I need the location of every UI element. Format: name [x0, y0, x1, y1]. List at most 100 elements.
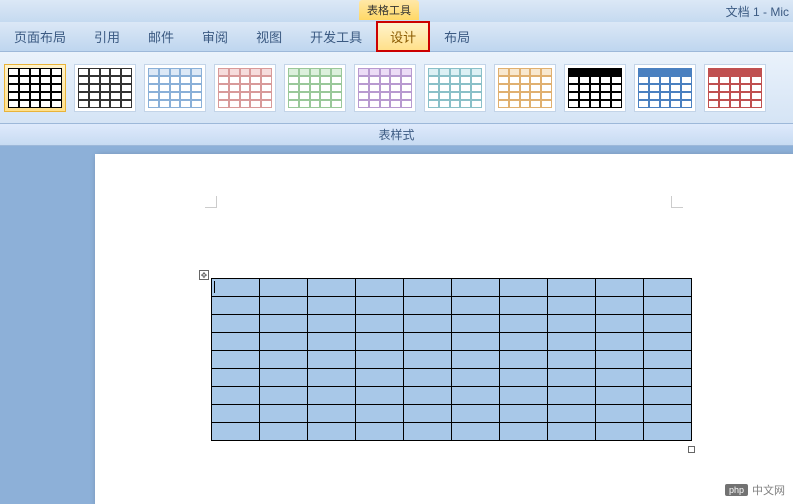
table-cell[interactable] [356, 351, 404, 369]
table-cell[interactable] [404, 315, 452, 333]
table-cell[interactable] [404, 369, 452, 387]
table-cell[interactable] [596, 405, 644, 423]
table-cell[interactable] [548, 405, 596, 423]
tab-视图[interactable]: 视图 [242, 21, 296, 52]
table-cell[interactable] [404, 279, 452, 297]
table-cell[interactable] [404, 387, 452, 405]
table-cell[interactable] [308, 423, 356, 441]
table-cell[interactable] [644, 405, 692, 423]
table-cell[interactable] [212, 315, 260, 333]
table-cell[interactable] [452, 423, 500, 441]
tab-审阅[interactable]: 审阅 [188, 21, 242, 52]
table-style-light-purple[interactable] [354, 64, 416, 112]
table-cell[interactable] [596, 297, 644, 315]
table-cell[interactable] [596, 279, 644, 297]
table-cell[interactable] [212, 423, 260, 441]
table-style-light-green[interactable] [284, 64, 346, 112]
table-cell[interactable] [452, 387, 500, 405]
table-cell[interactable] [596, 387, 644, 405]
table-cell[interactable] [596, 333, 644, 351]
table-cell[interactable] [212, 279, 260, 297]
table-cell[interactable] [644, 297, 692, 315]
table-cell[interactable] [212, 351, 260, 369]
table-cell[interactable] [308, 333, 356, 351]
table-cell[interactable] [596, 351, 644, 369]
table-cell[interactable] [548, 279, 596, 297]
table-cell[interactable] [452, 351, 500, 369]
table-style-dashed-black[interactable] [74, 64, 136, 112]
table-cell[interactable] [644, 351, 692, 369]
table-cell[interactable] [548, 333, 596, 351]
table-style-light-teal[interactable] [424, 64, 486, 112]
table-cell[interactable] [404, 351, 452, 369]
document-table[interactable] [211, 278, 692, 441]
table-cell[interactable] [260, 297, 308, 315]
table-cell[interactable] [308, 387, 356, 405]
table-cell[interactable] [260, 351, 308, 369]
table-cell[interactable] [356, 279, 404, 297]
tab-页面布局[interactable]: 页面布局 [0, 21, 80, 52]
table-cell[interactable] [308, 405, 356, 423]
table-cell[interactable] [308, 315, 356, 333]
table-cell[interactable] [404, 333, 452, 351]
table-style-plain-black[interactable] [4, 64, 66, 112]
table-cell[interactable] [356, 423, 404, 441]
table-cell[interactable] [500, 387, 548, 405]
table-cell[interactable] [356, 315, 404, 333]
tab-开发工具[interactable]: 开发工具 [296, 21, 376, 52]
table-style-light-blue[interactable] [144, 64, 206, 112]
table-move-handle[interactable]: ✥ [199, 270, 209, 280]
table-cell[interactable] [404, 405, 452, 423]
table-cell[interactable] [548, 315, 596, 333]
table-cell[interactable] [356, 297, 404, 315]
table-cell[interactable] [644, 333, 692, 351]
tab-引用[interactable]: 引用 [80, 21, 134, 52]
table-cell[interactable] [212, 369, 260, 387]
table-cell[interactable] [356, 333, 404, 351]
table-cell[interactable] [644, 369, 692, 387]
tab-布局[interactable]: 布局 [430, 21, 484, 52]
table-cell[interactable] [404, 423, 452, 441]
table-cell[interactable] [308, 297, 356, 315]
table-cell[interactable] [548, 297, 596, 315]
document-page[interactable]: ✥ php 中文网 [95, 154, 793, 504]
table-cell[interactable] [260, 279, 308, 297]
table-cell[interactable] [356, 405, 404, 423]
table-style-red-header[interactable] [704, 64, 766, 112]
table-cell[interactable] [452, 333, 500, 351]
table-style-dark-header[interactable] [564, 64, 626, 112]
table-cell[interactable] [212, 333, 260, 351]
table-cell[interactable] [500, 333, 548, 351]
table-style-blue-header[interactable] [634, 64, 696, 112]
table-cell[interactable] [596, 369, 644, 387]
tab-邮件[interactable]: 邮件 [134, 21, 188, 52]
table-cell[interactable] [500, 315, 548, 333]
table-cell[interactable] [500, 297, 548, 315]
table-cell[interactable] [644, 423, 692, 441]
table-cell[interactable] [356, 369, 404, 387]
table-cell[interactable] [548, 369, 596, 387]
table-style-light-orange[interactable] [494, 64, 556, 112]
table-cell[interactable] [308, 351, 356, 369]
table-cell[interactable] [260, 369, 308, 387]
table-cell[interactable] [356, 387, 404, 405]
table-cell[interactable] [500, 369, 548, 387]
table-cell[interactable] [644, 279, 692, 297]
table-cell[interactable] [500, 405, 548, 423]
table-cell[interactable] [212, 297, 260, 315]
table-cell[interactable] [308, 369, 356, 387]
table-cell[interactable] [644, 387, 692, 405]
table-cell[interactable] [500, 351, 548, 369]
table-cell[interactable] [260, 423, 308, 441]
table-cell[interactable] [212, 387, 260, 405]
table-cell[interactable] [596, 315, 644, 333]
table-cell[interactable] [500, 279, 548, 297]
table-cell[interactable] [308, 279, 356, 297]
table-style-light-red[interactable] [214, 64, 276, 112]
table-cell[interactable] [452, 405, 500, 423]
table-cell[interactable] [452, 369, 500, 387]
table-cell[interactable] [548, 351, 596, 369]
table-cell[interactable] [452, 279, 500, 297]
table-resize-handle[interactable] [688, 446, 695, 453]
tab-设计[interactable]: 设计 [376, 21, 430, 52]
